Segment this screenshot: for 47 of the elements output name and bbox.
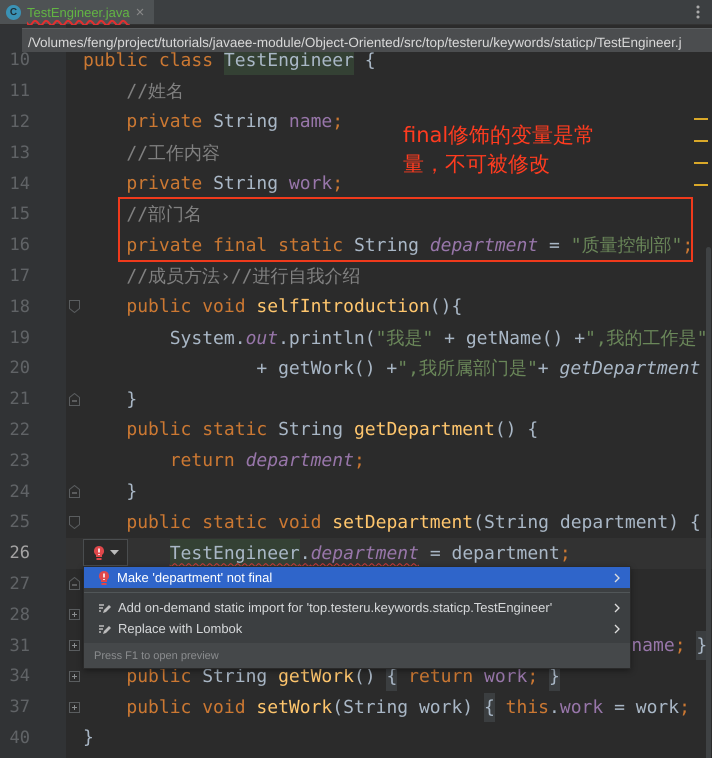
pencil-icon [98,602,111,614]
scrollbar[interactable] [706,247,711,758]
code-line: } [125,481,138,502]
class-icon: C [6,4,21,20]
code-line: public static String getDepartment() { [125,419,538,440]
code-line: private String work; [125,173,344,194]
warning-marker [694,162,708,164]
code-line: + getWork() +",我所属部门是"+ getDepartment [255,357,700,380]
code-line: //姓名 [125,80,184,104]
warning-marker [694,140,708,142]
expand-icon[interactable] [69,670,80,682]
bulb-icon [92,544,104,560]
code-line: return department; [168,450,365,472]
intention-button[interactable] [83,539,128,566]
code-line: public static void setDepartment(String department) { [125,512,701,533]
file-path-tooltip: /Volumes/feng/project/tutorials/javaee-module/Object-Oriented/src/top/testeru/keywords/staticp/TestEngineer.j [22,28,712,52]
chevron-icon [614,572,620,582]
expand-icon[interactable] [69,702,80,713]
code-line: //成员方法›//进行自我介绍 [125,264,361,288]
code-line: public void selfIntroduction(){ [125,296,462,318]
menu-item[interactable]: Make 'department' not final [84,567,630,588]
code-line: } [83,727,94,748]
chevron-icon [614,602,620,612]
expand-icon[interactable] [69,640,80,652]
pencil-icon [98,622,111,634]
warning-marker [694,118,708,120]
menu-item[interactable]: Add on-demand static import for 'top.testeru.keywords.staticp.TestEngineer' [84,597,630,618]
bulb-icon [98,570,110,586]
caret-icon [110,550,118,555]
code-line: //工作内容 [125,142,220,165]
code-line: System.out.println("我是" + getName() +",我的工作是" [168,326,708,350]
code-line: private String name; [125,111,344,132]
hint-text: Press F1 to open preview [94,650,219,662]
file-tab[interactable]: C TestEngineer.java × [0,0,154,24]
expand-icon[interactable] [69,609,80,620]
code-line: private final static String department = "质量控制部"; [125,234,694,258]
collapse-icon[interactable] [69,485,80,498]
code-line: } [125,388,138,410]
warning-marker [694,184,708,186]
annotation-text: final修饰的变量是常量，不可被修改 [403,122,596,178]
chevron-icon [614,624,620,634]
line-number: 26 [8,543,30,564]
menu-item[interactable]: Replace with Lombok [84,618,630,639]
code-line: //部门名 [125,203,202,226]
collapse-icon[interactable] [69,577,80,590]
collapse-icon[interactable] [69,392,80,406]
more-icon[interactable] [696,5,700,19]
